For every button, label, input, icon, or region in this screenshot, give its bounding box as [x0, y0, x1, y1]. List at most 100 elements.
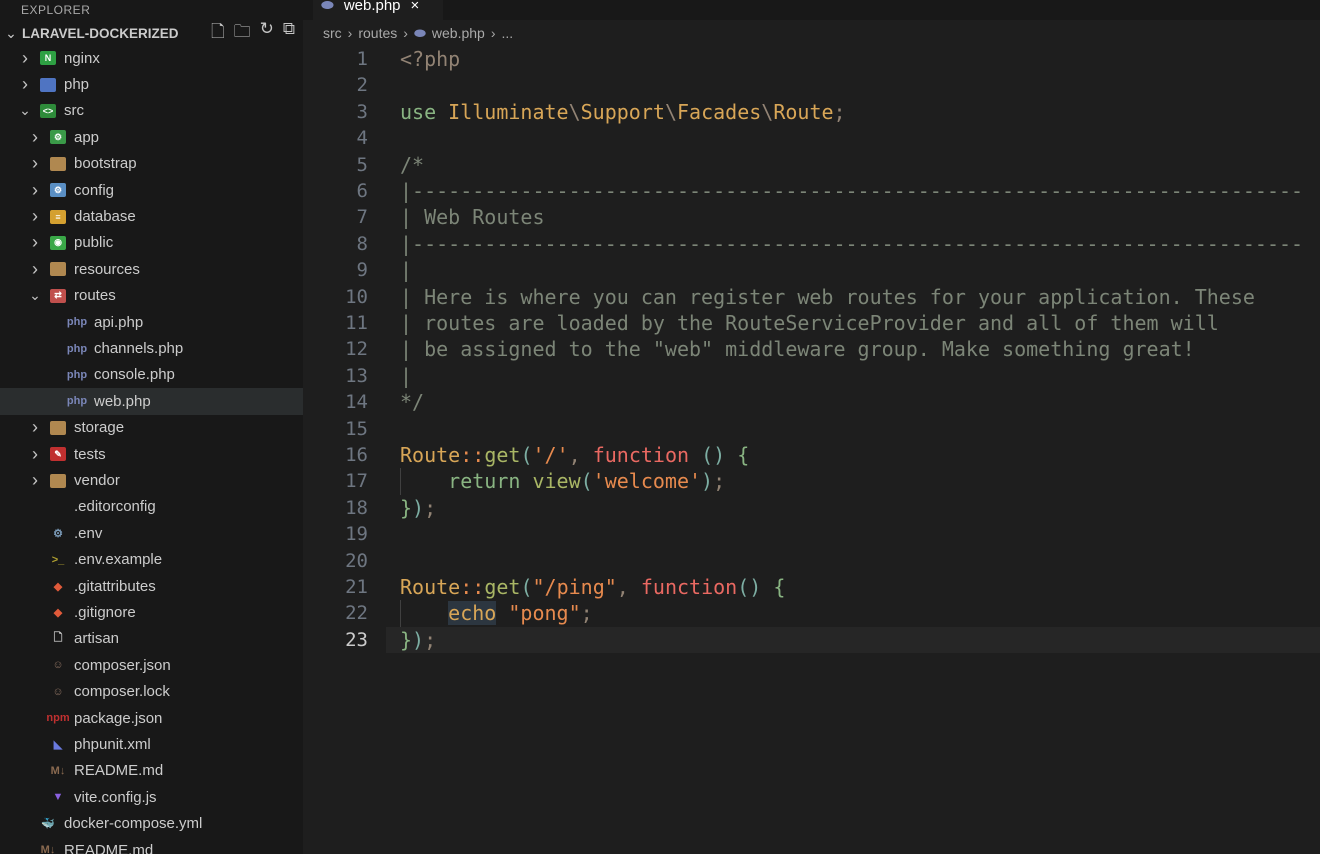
code-line[interactable]: Route::get('/', function () { — [400, 442, 749, 468]
code-line[interactable]: | — [400, 257, 412, 283]
src-folder-icon: <> — [40, 103, 56, 118]
close-tab-button[interactable]: × — [411, 0, 420, 14]
file-artisan[interactable]: 🗋 artisan — [0, 626, 303, 652]
line-number: 8 — [356, 232, 368, 255]
chevron-right-icon[interactable]: › — [29, 417, 41, 438]
code-line[interactable]: | routes are loaded by the RouteServiceP… — [400, 310, 1219, 336]
folder-nginx[interactable]: › Nnginx — [0, 45, 303, 71]
code-token: |---------------------------------------… — [400, 179, 1304, 203]
chevron-right-icon[interactable]: › — [29, 232, 41, 253]
code-token: } — [400, 495, 413, 520]
item-label: README.md — [64, 841, 154, 854]
code-line[interactable]: | Web Routes — [400, 204, 545, 230]
folder-resources[interactable]: › resources — [0, 256, 303, 282]
chevron-right-icon[interactable]: › — [19, 74, 31, 95]
breadcrumb-symbols[interactable]: ... — [502, 25, 514, 41]
current-line-highlight — [386, 626, 1320, 654]
file--env[interactable]: ⚙ .env — [0, 520, 303, 546]
code-line[interactable]: | — [400, 363, 412, 389]
code-token: \ — [568, 99, 581, 124]
code-token: ) — [412, 627, 425, 652]
folder-database[interactable]: › ≡ database — [0, 203, 303, 229]
folder-tests[interactable]: › ✎ tests — [0, 441, 303, 467]
file--gitignore[interactable]: ◆ .gitignore — [0, 599, 303, 625]
file-composer-lock[interactable]: ☺ composer.lock — [0, 679, 303, 705]
folder-php[interactable]: › php — [0, 71, 303, 97]
chevron-down-icon[interactable]: ⌄ — [0, 25, 22, 42]
folder-app[interactable]: › ⚙ app — [0, 124, 303, 150]
code-line[interactable]: }); — [400, 495, 436, 521]
npm-icon: npm — [46, 712, 70, 725]
refresh-icon[interactable]: ↻ — [260, 19, 274, 48]
code-line[interactable]: | be assigned to the "web" middleware gr… — [400, 336, 1195, 362]
code-line[interactable]: */ — [400, 389, 424, 415]
breadcrumb-routes[interactable]: routes — [358, 25, 397, 41]
line-number: 9 — [356, 259, 368, 282]
chevron-right-icon[interactable]: › — [29, 153, 41, 174]
folder-public[interactable]: › ◉ public — [0, 230, 303, 256]
folder-routes[interactable]: ⌄ ⇄ routes — [0, 283, 303, 309]
code-token: function — [640, 575, 738, 599]
file-console-php[interactable]: php console.php — [0, 362, 303, 388]
chevron-right-icon[interactable]: › — [29, 127, 41, 148]
chevron-right-icon[interactable]: › — [29, 470, 41, 491]
code-line[interactable]: | Here is where you can register web rou… — [400, 284, 1255, 310]
breadcrumb-src[interactable]: src — [323, 25, 342, 41]
line-number: 13 — [345, 364, 368, 387]
code-line[interactable]: echo "pong"; — [400, 600, 593, 626]
code-token: Route — [400, 443, 461, 467]
nginx-folder-icon: N — [40, 51, 56, 66]
code-line[interactable]: Route::get("/ping", function() { — [400, 574, 785, 600]
code-line[interactable]: }); — [400, 627, 436, 653]
tab-web-php[interactable]: ⬬ web.php × — [313, 0, 443, 20]
code-line[interactable]: |---------------------------------------… — [400, 178, 1303, 204]
chevron-down-icon[interactable]: ⌄ — [29, 287, 41, 304]
folder-vendor[interactable]: › vendor — [0, 467, 303, 493]
breadcrumb-file[interactable]: web.php — [432, 25, 485, 41]
new-file-icon[interactable]: 🗋 — [211, 19, 225, 48]
code-token: function — [592, 443, 702, 467]
code-line[interactable]: use Illuminate\Support\Facades\Route; — [400, 99, 846, 125]
code-token: | Web Routes — [400, 205, 545, 230]
folder-storage[interactable]: › storage — [0, 415, 303, 441]
file-package-json[interactable]: npm package.json — [0, 705, 303, 731]
folder-bootstrap[interactable]: › bootstrap — [0, 151, 303, 177]
code-token: ; — [713, 469, 726, 494]
file-composer-json[interactable]: ☺ composer.json — [0, 652, 303, 678]
code-token: |---------------------------------------… — [400, 231, 1304, 256]
folder-src[interactable]: ⌄ <> src — [0, 98, 303, 124]
line-number: 2 — [356, 74, 368, 97]
chevron-right-icon[interactable]: › — [29, 206, 41, 227]
new-folder-icon[interactable]: 🗀 — [234, 19, 251, 48]
file--editorconfig[interactable]: .editorconfig — [0, 494, 303, 520]
code-line[interactable]: return view('welcome'); — [400, 468, 725, 494]
collapse-all-icon[interactable]: ⧉ — [283, 19, 295, 48]
item-label: php — [64, 76, 90, 94]
file-api-php[interactable]: php api.php — [0, 309, 303, 335]
file-readme-md[interactable]: M↓ README.md — [0, 758, 303, 784]
chevron-right-icon[interactable]: › — [29, 180, 41, 201]
code-line[interactable]: <?php — [400, 46, 460, 72]
code-token: get — [484, 443, 521, 467]
item-label: resources — [74, 260, 140, 278]
folder-config[interactable]: › ⚙ config — [0, 177, 303, 203]
chevron-right-icon[interactable]: › — [29, 259, 41, 280]
file-web-php[interactable]: php web.php — [0, 388, 303, 415]
file-readme-md[interactable]: M↓ README.md — [0, 837, 303, 854]
file-channels-php[interactable]: php channels.php — [0, 335, 303, 361]
file--gitattributes[interactable]: ◆ .gitattributes — [0, 573, 303, 599]
line-number: 10 — [345, 285, 368, 308]
file--env-example[interactable]: >_ .env.example — [0, 547, 303, 573]
chevron-down-icon[interactable]: ⌄ — [19, 102, 31, 119]
code-line[interactable]: /* — [400, 152, 424, 178]
chevron-right-icon[interactable]: › — [29, 444, 41, 465]
project-header[interactable]: ⌄ LARAVEL-DOCKERIZED 🗋 🗀 ↻ ⧉ — [0, 19, 303, 48]
code-editor[interactable]: 1 <?php 2 3 use Illuminate\Support\Facades\R… — [303, 46, 1320, 854]
phpunit-icon: ◣ — [53, 739, 63, 752]
chevron-right-icon[interactable]: › — [19, 48, 31, 69]
file-vite-config-js[interactable]: ▼ vite.config.js — [0, 784, 303, 810]
file-docker-compose-yml[interactable]: 🐳 docker-compose.yml — [0, 811, 303, 837]
code-token: 'welcome' — [592, 469, 702, 494]
code-line[interactable]: |---------------------------------------… — [400, 231, 1303, 257]
file-phpunit-xml[interactable]: ◣ phpunit.xml — [0, 731, 303, 757]
